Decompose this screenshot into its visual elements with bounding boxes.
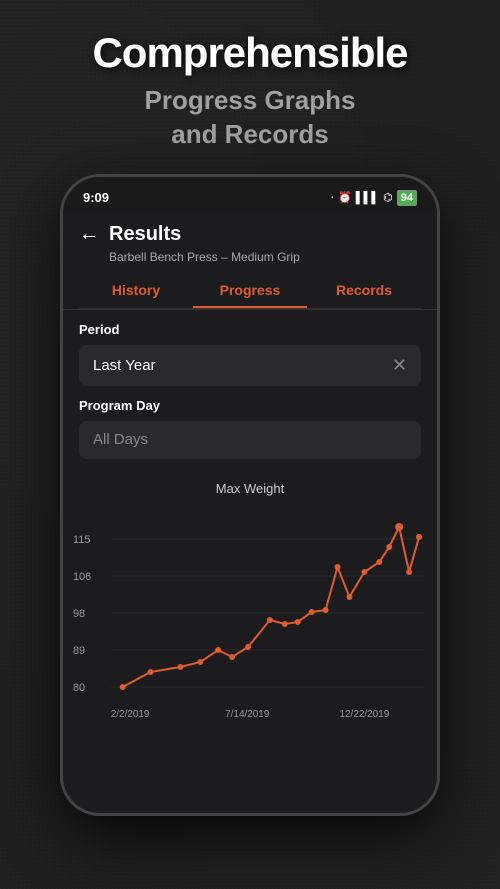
signal-icon: ▌▌▌ <box>356 192 379 204</box>
period-label: Period <box>79 322 421 337</box>
chart-dot <box>148 669 154 675</box>
chart-dot <box>346 594 352 600</box>
app-subtitle: Barbell Bench Press – Medium Grip <box>109 250 421 264</box>
app-header-row: ← Results <box>79 223 421 246</box>
period-filter[interactable]: Last Year ✕ <box>79 345 421 386</box>
chart-dot <box>295 619 301 625</box>
app-header: ← Results Barbell Bench Press – Medium G… <box>63 213 437 310</box>
app-title: Results <box>109 223 181 246</box>
app-screen: ← Results Barbell Bench Press – Medium G… <box>63 213 437 813</box>
clear-period-icon[interactable]: ✕ <box>392 355 407 376</box>
chart-dot <box>386 544 392 550</box>
battery-icon: 94 <box>397 190 417 206</box>
chart-title: Max Weight <box>71 481 429 496</box>
program-day-value: All Days <box>93 431 148 448</box>
x-label-start: 2/2/2019 <box>111 709 150 720</box>
chart-line <box>123 527 419 687</box>
hero-subtitle: Progress Graphsand Records <box>125 84 376 152</box>
period-value: Last Year <box>93 357 156 374</box>
program-day-filter[interactable]: All Days <box>79 421 421 459</box>
chart-dot <box>282 621 288 627</box>
tab-records[interactable]: Records <box>307 272 421 308</box>
program-day-label: Program Day <box>79 398 421 413</box>
chart-dot <box>267 617 273 623</box>
back-button[interactable]: ← <box>79 223 99 246</box>
status-icons: ⋅ ⏰ ▌▌▌ ⌬ 94 <box>331 190 417 206</box>
chart-dot <box>323 607 329 613</box>
chart-dot <box>215 647 221 653</box>
status-bar: 9:09 ⋅ ⏰ ▌▌▌ ⌬ 94 <box>63 177 437 213</box>
chart-dot <box>197 659 203 665</box>
chart-container: 80 89 98 106 115 2/2/2019 7/14/2019 12/2… <box>71 502 429 722</box>
chart-dot <box>406 569 412 575</box>
wifi-icon: ⌬ <box>383 191 393 204</box>
chart-dot <box>177 664 183 670</box>
chart-dot <box>245 644 251 650</box>
tab-progress[interactable]: Progress <box>193 272 307 308</box>
chart-dot <box>335 564 341 570</box>
chart-dot <box>416 534 422 540</box>
alarm-icon: ⏰ <box>338 191 352 204</box>
page-wrapper: Comprehensible Progress Graphsand Record… <box>0 0 500 889</box>
chart-dot <box>120 684 126 690</box>
y-label-106: 106 <box>73 571 91 583</box>
bluetooth-icon: ⋅ <box>331 191 335 204</box>
chart-dot <box>229 654 235 660</box>
y-label-80: 80 <box>73 682 85 694</box>
chart-svg: 80 89 98 106 115 2/2/2019 7/14/2019 12/2… <box>71 502 429 722</box>
chart-dot-peak <box>395 523 403 531</box>
tab-history[interactable]: History <box>79 272 193 308</box>
hero-title: Comprehensible <box>72 30 427 76</box>
filter-section: Period Last Year ✕ Program Day All Days <box>63 310 437 471</box>
chart-area: Max Weight 80 89 98 106 115 <box>63 471 437 732</box>
tab-bar: History Progress Records <box>79 272 421 309</box>
y-label-115: 115 <box>73 534 90 546</box>
chart-dot <box>309 609 315 615</box>
phone-mockup: 9:09 ⋅ ⏰ ▌▌▌ ⌬ 94 ← Results Barbell Benc… <box>60 174 440 816</box>
chart-dot <box>361 569 367 575</box>
chart-dot <box>376 559 382 565</box>
status-time: 9:09 <box>83 190 109 205</box>
y-label-98: 98 <box>73 608 85 620</box>
x-label-mid: 7/14/2019 <box>225 709 270 720</box>
x-label-end: 12/22/2019 <box>340 709 390 720</box>
y-label-89: 89 <box>73 645 85 657</box>
